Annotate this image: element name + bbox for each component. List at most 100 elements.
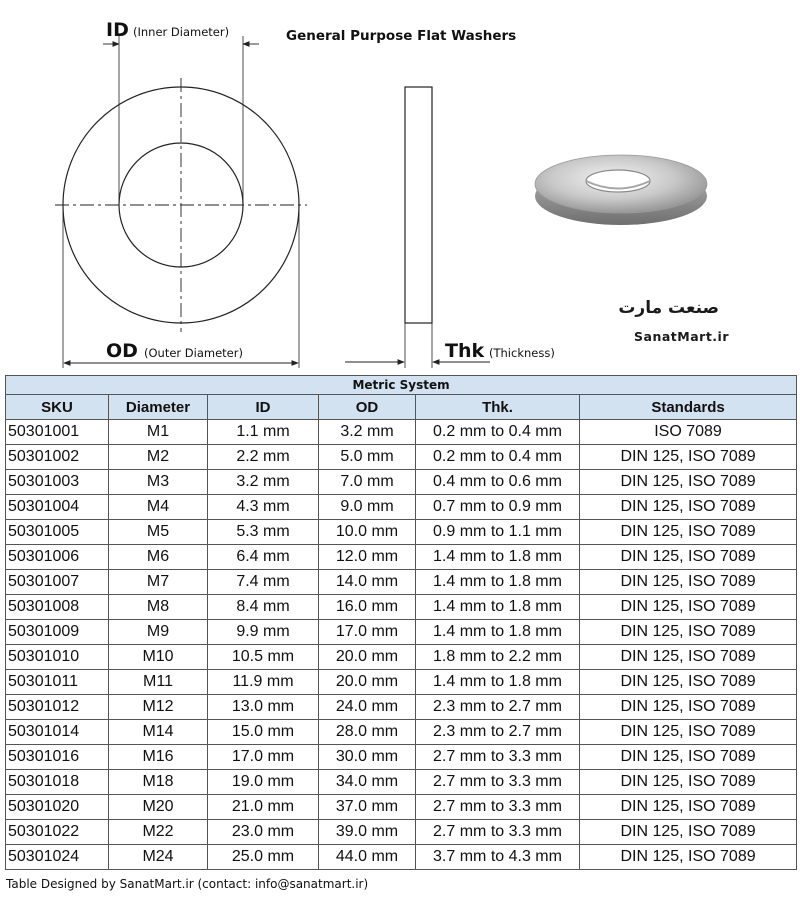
cell-diameter: M6 bbox=[108, 544, 208, 570]
cell-thickness: 2.7 mm to 3.3 mm bbox=[415, 769, 580, 795]
cell-od: 9.0 mm bbox=[318, 494, 416, 520]
footer-credit: Table Designed by SanatMart.ir (contact:… bbox=[6, 877, 369, 891]
cell-diameter: M8 bbox=[108, 594, 208, 620]
cell-id: 25.0 mm bbox=[207, 844, 319, 870]
table-row: 50301022 M22 23.0 mm 39.0 mm 2.7 mm to 3.3 m… bbox=[5, 819, 798, 845]
brand-name-fa: صنعت مارت bbox=[618, 298, 719, 318]
cell-standards: DIN 125, ISO 7089 bbox=[578, 569, 798, 595]
table-row: 50301010 M10 10.5 mm 20.0 mm 1.8 mm to 2.2 m… bbox=[5, 644, 798, 670]
cell-sku: 50301008 bbox=[5, 594, 109, 620]
cell-diameter: M10 bbox=[108, 644, 208, 670]
cell-id: 2.2 mm bbox=[207, 444, 319, 470]
cell-diameter: M3 bbox=[108, 469, 208, 495]
washer-front-view bbox=[55, 36, 307, 368]
cell-sku: 50301010 bbox=[5, 644, 109, 670]
cell-thickness: 1.4 mm to 1.8 mm bbox=[415, 619, 580, 645]
cell-id: 19.0 mm bbox=[207, 769, 319, 795]
cell-id: 1.1 mm bbox=[207, 419, 319, 445]
cell-thickness: 0.4 mm to 0.6 mm bbox=[415, 469, 580, 495]
cell-od: 16.0 mm bbox=[318, 594, 416, 620]
cell-thickness: 3.7 mm to 4.3 mm bbox=[415, 844, 580, 870]
cell-id: 15.0 mm bbox=[207, 719, 319, 745]
cell-od: 3.2 mm bbox=[318, 419, 416, 445]
cell-od: 30.0 mm bbox=[318, 744, 416, 770]
cell-od: 20.0 mm bbox=[318, 644, 416, 670]
cell-od: 5.0 mm bbox=[318, 444, 416, 470]
cell-diameter: M22 bbox=[108, 819, 208, 845]
table-row: 50301016 M16 17.0 mm 30.0 mm 2.7 mm to 3.3 m… bbox=[5, 744, 798, 770]
cell-sku: 50301020 bbox=[5, 794, 109, 820]
table-header-row: SKU Diameter ID OD Thk. Standards bbox=[5, 394, 798, 420]
cell-id: 6.4 mm bbox=[207, 544, 319, 570]
cell-diameter: M18 bbox=[108, 769, 208, 795]
cell-standards: DIN 125, ISO 7089 bbox=[578, 494, 798, 520]
table-row: 50301003 M3 3.2 mm 7.0 mm 0.4 mm to 0.6 mm DI… bbox=[5, 469, 798, 495]
cell-standards: DIN 125, ISO 7089 bbox=[578, 769, 798, 795]
cell-sku: 50301002 bbox=[5, 444, 109, 470]
page-title: General Purpose Flat Washers bbox=[286, 28, 516, 44]
cell-diameter: M5 bbox=[108, 519, 208, 545]
table-row: 50301018 M18 19.0 mm 34.0 mm 2.7 mm to 3.3 m… bbox=[5, 769, 798, 795]
cell-od: 28.0 mm bbox=[318, 719, 416, 745]
cell-id: 8.4 mm bbox=[207, 594, 319, 620]
cell-sku: 50301006 bbox=[5, 544, 109, 570]
cell-diameter: M11 bbox=[108, 669, 208, 695]
table-row: 50301001 M1 1.1 mm 3.2 mm 0.2 mm to 0.4 mm IS… bbox=[5, 419, 798, 445]
cell-od: 44.0 mm bbox=[318, 844, 416, 870]
cell-diameter: M16 bbox=[108, 744, 208, 770]
cell-diameter: M12 bbox=[108, 694, 208, 720]
cell-sku: 50301022 bbox=[5, 819, 109, 845]
cell-thickness: 1.4 mm to 1.8 mm bbox=[415, 569, 580, 595]
cell-thickness: 2.3 mm to 2.7 mm bbox=[415, 719, 580, 745]
washer-side-view bbox=[345, 86, 490, 368]
id-description: (Inner Diameter) bbox=[133, 25, 229, 39]
cell-sku: 50301018 bbox=[5, 769, 109, 795]
column-header-sku: SKU bbox=[5, 394, 109, 420]
cell-standards: DIN 125, ISO 7089 bbox=[578, 519, 798, 545]
cell-standards: DIN 125, ISO 7089 bbox=[578, 669, 798, 695]
cell-thickness: 2.7 mm to 3.3 mm bbox=[415, 819, 580, 845]
cell-standards: DIN 125, ISO 7089 bbox=[578, 719, 798, 745]
cell-id: 11.9 mm bbox=[207, 669, 319, 695]
cell-standards: DIN 125, ISO 7089 bbox=[578, 619, 798, 645]
cell-sku: 50301003 bbox=[5, 469, 109, 495]
cell-diameter: M4 bbox=[108, 494, 208, 520]
cell-thickness: 0.2 mm to 0.4 mm bbox=[415, 419, 580, 445]
cell-od: 39.0 mm bbox=[318, 819, 416, 845]
cell-standards: ISO 7089 bbox=[578, 419, 798, 445]
cell-thickness: 2.7 mm to 3.3 mm bbox=[415, 744, 580, 770]
table-caption-row: Metric System bbox=[4, 375, 798, 395]
cell-thickness: 1.4 mm to 1.8 mm bbox=[415, 669, 580, 695]
cell-sku: 50301011 bbox=[5, 669, 109, 695]
cell-diameter: M2 bbox=[108, 444, 208, 470]
cell-id: 4.3 mm bbox=[207, 494, 319, 520]
cell-id: 5.3 mm bbox=[207, 519, 319, 545]
od-label: OD bbox=[106, 340, 138, 362]
table-row: 50301005 M5 5.3 mm 10.0 mm 0.9 mm to 1.1 mm D… bbox=[5, 519, 798, 545]
cell-sku: 50301012 bbox=[5, 694, 109, 720]
cell-diameter: M14 bbox=[108, 719, 208, 745]
table-row: 50301011 M11 11.9 mm 20.0 mm 1.4 mm to 1.8 m… bbox=[5, 669, 798, 695]
od-description: (Outer Diameter) bbox=[144, 346, 243, 360]
cell-diameter: M20 bbox=[108, 794, 208, 820]
column-header-thickness: Thk. bbox=[415, 394, 580, 420]
cell-sku: 50301001 bbox=[5, 419, 109, 445]
cell-standards: DIN 125, ISO 7089 bbox=[578, 469, 798, 495]
cell-standards: DIN 125, ISO 7089 bbox=[578, 544, 798, 570]
cell-sku: 50301005 bbox=[5, 519, 109, 545]
cell-thickness: 2.7 mm to 3.3 mm bbox=[415, 794, 580, 820]
table-row: 50301012 M12 13.0 mm 24.0 mm 2.3 mm to 2.7 m… bbox=[5, 694, 798, 720]
table-body: 50301001 M1 1.1 mm 3.2 mm 0.2 mm to 0.4 mm IS… bbox=[5, 419, 798, 870]
cell-id: 10.5 mm bbox=[207, 644, 319, 670]
thk-description: (Thickness) bbox=[489, 346, 555, 360]
cell-sku: 50301004 bbox=[5, 494, 109, 520]
table-row: 50301002 M2 2.2 mm 5.0 mm 0.2 mm to 0.4 mm DI… bbox=[5, 444, 798, 470]
cell-id: 23.0 mm bbox=[207, 819, 319, 845]
table-caption: Metric System bbox=[4, 375, 798, 395]
cell-od: 20.0 mm bbox=[318, 669, 416, 695]
cell-thickness: 0.7 mm to 0.9 mm bbox=[415, 494, 580, 520]
cell-id: 7.4 mm bbox=[207, 569, 319, 595]
cell-thickness: 1.4 mm to 1.8 mm bbox=[415, 544, 580, 570]
cell-id: 21.0 mm bbox=[207, 794, 319, 820]
cell-thickness: 1.8 mm to 2.2 mm bbox=[415, 644, 580, 670]
